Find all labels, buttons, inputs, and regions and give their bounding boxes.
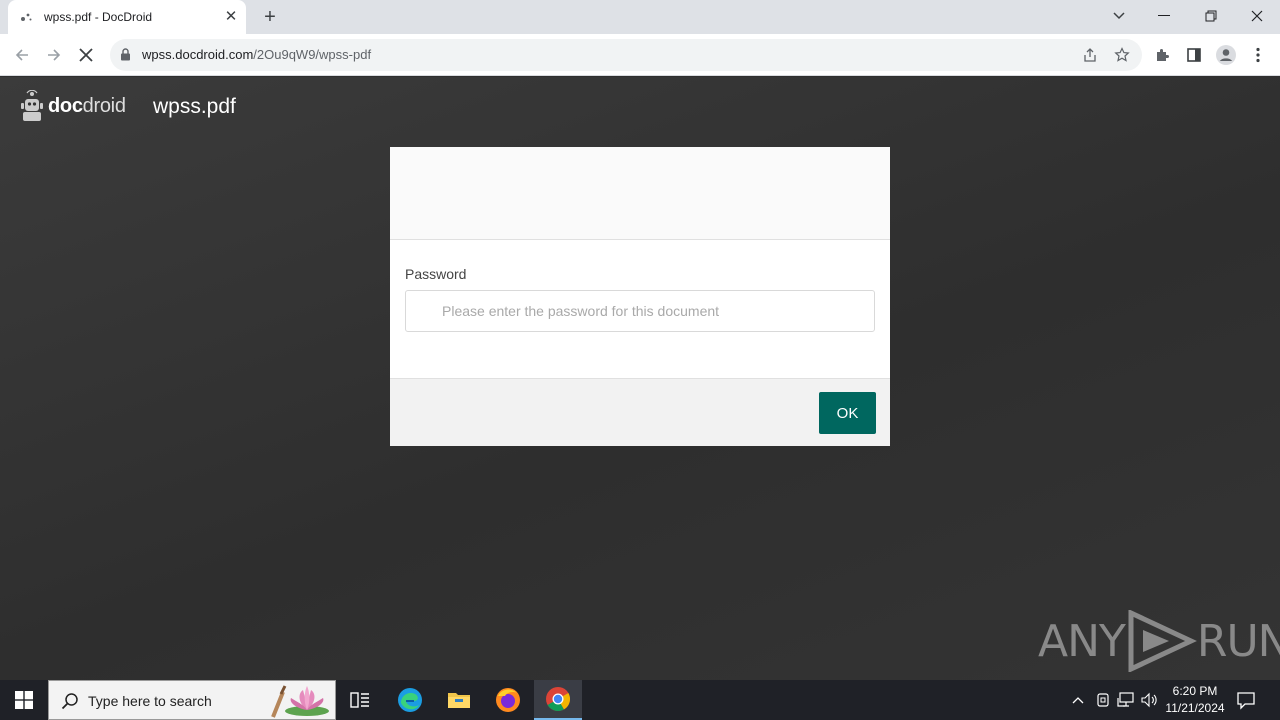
restore-icon [1205,10,1217,22]
minimize-icon [1158,15,1170,16]
close-window-button[interactable] [1234,0,1280,32]
tray-meet-now[interactable] [1093,690,1113,710]
url-text: wpss.docdroid.com/2Ou9qW9/wpss-pdf [142,47,371,62]
tray-network[interactable] [1116,690,1136,710]
puzzle-icon [1157,49,1169,61]
dialog-header [390,147,890,240]
close-icon [1251,10,1263,22]
taskbar-file-explorer[interactable] [435,680,483,720]
taskbar-firefox[interactable] [484,680,532,720]
watermark-text-left: ANY [1038,615,1126,667]
edge-icon [398,688,422,712]
arrow-right-icon [48,49,61,61]
back-button[interactable] [8,41,36,69]
url-host: wpss.docdroid.com [142,47,254,62]
new-tab-button[interactable]: + [258,5,282,29]
side-panel-button[interactable] [1180,41,1208,69]
search-placeholder: Type here to search [88,693,212,709]
profile-button[interactable] [1212,41,1240,69]
address-bar[interactable]: wpss.docdroid.com/2Ou9qW9/wpss-pdf [110,39,1142,71]
menu-button[interactable] [1244,41,1272,69]
restore-button[interactable] [1188,0,1234,32]
clock-date: 11/21/2024 [1165,701,1225,715]
search-icon [61,693,78,710]
notification-icon [1237,692,1255,710]
docdroid-page: docdroid wpss.pdf Password OK ANY RUN [0,77,1280,680]
logo-wordmark: docdroid [48,95,126,118]
docdroid-logo[interactable]: docdroid [20,89,126,123]
task-view-icon [350,692,369,708]
stop-loading-button[interactable] [72,41,100,69]
windows-taskbar: Type here to search 6:20 PM 11/21/2024 [0,680,1280,720]
lotus-illustration-icon [271,685,329,718]
tray-volume[interactable] [1140,690,1160,710]
ok-button[interactable]: OK [819,392,876,434]
document-title: wpss.pdf [153,95,236,118]
logo-text-light: droid [82,94,126,117]
side-panel-icon [1187,48,1201,62]
tab-close-icon[interactable]: ✕ [222,8,240,26]
browser-tab[interactable]: wpss.pdf - DocDroid ✕ [8,0,246,34]
forward-button[interactable] [40,41,68,69]
device-icon [1097,693,1109,707]
chevron-down-icon [1113,12,1125,20]
minimize-button[interactable] [1141,0,1187,32]
show-hidden-icons-button[interactable] [1068,690,1088,710]
windows-logo-icon [15,691,33,709]
loading-icon [21,13,32,21]
browser-toolbar: wpss.docdroid.com/2Ou9qW9/wpss-pdf [0,34,1280,76]
dialog-footer: OK [390,378,890,446]
robot-logo-icon [21,90,43,121]
play-logo-icon [1128,610,1197,672]
start-button[interactable] [0,680,48,720]
extensions-button[interactable] [1148,41,1176,69]
share-icon[interactable] [1080,45,1100,65]
folder-icon [448,693,470,708]
taskbar-edge[interactable] [386,680,434,720]
password-dialog: Password OK [390,147,890,446]
task-view-button[interactable] [336,680,384,720]
firefox-icon [496,688,520,712]
stop-icon [79,48,93,62]
url-path: /2Ou9qW9/wpss-pdf [253,47,372,62]
taskbar-search-box[interactable]: Type here to search [48,680,336,720]
password-input[interactable] [405,290,875,332]
dialog-body: Password [390,240,890,379]
taskbar-clock[interactable]: 6:20 PM 11/21/2024 [1160,683,1230,717]
watermark-text-right: RUN [1196,615,1280,667]
chrome-icon [546,687,571,712]
network-icon [1117,692,1134,707]
profile-icon [1216,45,1236,65]
lock-icon[interactable] [120,48,131,61]
tab-strip: wpss.pdf - DocDroid ✕ + [0,0,1280,34]
clock-time: 6:20 PM [1172,684,1218,698]
taskbar-chrome[interactable] [534,680,582,720]
bookmark-star-icon[interactable] [1112,45,1132,65]
arrow-left-icon [15,49,28,61]
chevron-up-icon [1072,697,1084,704]
anyrun-watermark: ANY RUN [1038,609,1280,673]
tab-title: wpss.pdf - DocDroid [44,10,153,24]
password-label: Password [405,266,467,282]
notification-center-button[interactable] [1236,690,1256,715]
tab-search-button[interactable] [1096,0,1142,32]
logo-text-bold: doc [48,94,83,117]
speaker-icon [1141,692,1157,708]
more-vert-icon [1256,47,1260,63]
